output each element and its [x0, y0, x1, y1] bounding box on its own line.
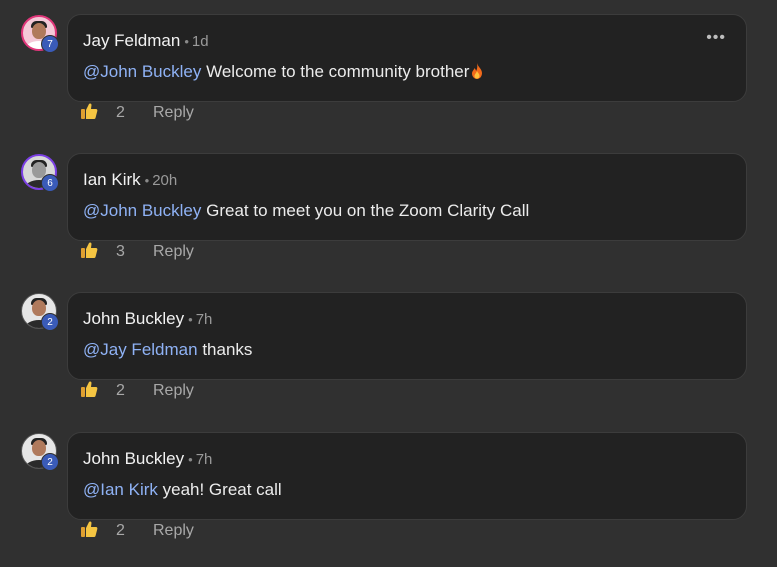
- author-name[interactable]: Ian Kirk: [83, 170, 141, 189]
- comment-text: @John Buckley Great to meet you on the Z…: [83, 201, 529, 221]
- comment-text: @Jay Feldman thanks: [83, 340, 252, 360]
- level-badge: 2: [41, 313, 59, 331]
- avatar-john-buckley[interactable]: 2: [21, 293, 59, 331]
- author-name[interactable]: John Buckley: [83, 449, 184, 468]
- like-count: 2: [116, 104, 125, 121]
- comment-item: 2 John Buckley • 7h @Jay Feldman thanks 2 …: [0, 278, 777, 417]
- comment-item: 6 Ian Kirk • 20h @John Buckley Great to me…: [0, 139, 777, 278]
- more-options-icon[interactable]: •••: [706, 30, 726, 46]
- avatar-ian-kirk[interactable]: 6: [21, 154, 59, 192]
- thumbs-up-icon[interactable]: [80, 241, 98, 259]
- fire-emoji-icon: [472, 63, 483, 79]
- level-badge: 2: [41, 453, 59, 471]
- comment-item: 7 Jay Feldman • 1d ••• @John Buckley Welco…: [0, 0, 777, 139]
- separator-dot: •: [144, 173, 150, 188]
- avatar-jay-feldman[interactable]: 7: [21, 15, 59, 53]
- comment-body: Great to meet you on the Zoom Clarity Ca…: [206, 201, 530, 220]
- mention-link[interactable]: @Ian Kirk: [83, 480, 158, 499]
- avatar-john-buckley[interactable]: 2: [21, 433, 59, 471]
- level-badge: 6: [41, 174, 59, 192]
- comment-item: 2 John Buckley • 7h @Ian Kirk yeah! Great …: [0, 418, 777, 557]
- like-count: 2: [116, 382, 125, 399]
- comment-bubble: John Buckley • 7h @Jay Feldman thanks: [67, 292, 747, 380]
- timestamp[interactable]: 1d: [192, 33, 209, 50]
- level-badge: 7: [41, 35, 59, 53]
- author-name[interactable]: John Buckley: [83, 309, 184, 328]
- author-name[interactable]: Jay Feldman: [83, 31, 180, 50]
- comment-body: Welcome to the community brother: [206, 62, 470, 81]
- comment-body: thanks: [202, 340, 253, 359]
- mention-link[interactable]: @John Buckley: [83, 201, 201, 220]
- separator-dot: •: [188, 312, 193, 327]
- reply-button[interactable]: Reply: [153, 382, 194, 400]
- comment-text: @John Buckley Welcome to the community b…: [83, 62, 483, 82]
- mention-link[interactable]: @John Buckley: [83, 62, 201, 81]
- timestamp[interactable]: 7h: [196, 311, 213, 328]
- separator-dot: •: [188, 452, 193, 467]
- reply-button[interactable]: Reply: [153, 243, 194, 261]
- timestamp[interactable]: 7h: [196, 451, 213, 468]
- comment-text: @Ian Kirk yeah! Great call: [83, 480, 282, 500]
- thumbs-up-icon[interactable]: [80, 520, 98, 538]
- reply-button[interactable]: Reply: [153, 104, 194, 122]
- like-count: 3: [116, 243, 125, 260]
- comment-header: John Buckley • 7h: [83, 449, 212, 469]
- comment-bubble: Ian Kirk • 20h @John Buckley Great to meet…: [67, 153, 747, 241]
- comment-header: John Buckley • 7h: [83, 309, 212, 329]
- comment-bubble: Jay Feldman • 1d ••• @John Buckley Welcome…: [67, 14, 747, 102]
- mention-link[interactable]: @Jay Feldman: [83, 340, 198, 359]
- timestamp[interactable]: 20h: [152, 172, 177, 189]
- thumbs-up-icon[interactable]: [80, 380, 98, 398]
- reply-button[interactable]: Reply: [153, 522, 194, 540]
- comment-bubble: John Buckley • 7h @Ian Kirk yeah! Great ca…: [67, 432, 747, 520]
- comment-header: Ian Kirk • 20h: [83, 170, 177, 190]
- like-count: 2: [116, 522, 125, 539]
- comment-header: Jay Feldman • 1d: [83, 31, 209, 51]
- thumbs-up-icon[interactable]: [80, 102, 98, 120]
- comment-body: yeah! Great call: [162, 480, 282, 499]
- separator-dot: •: [184, 34, 189, 49]
